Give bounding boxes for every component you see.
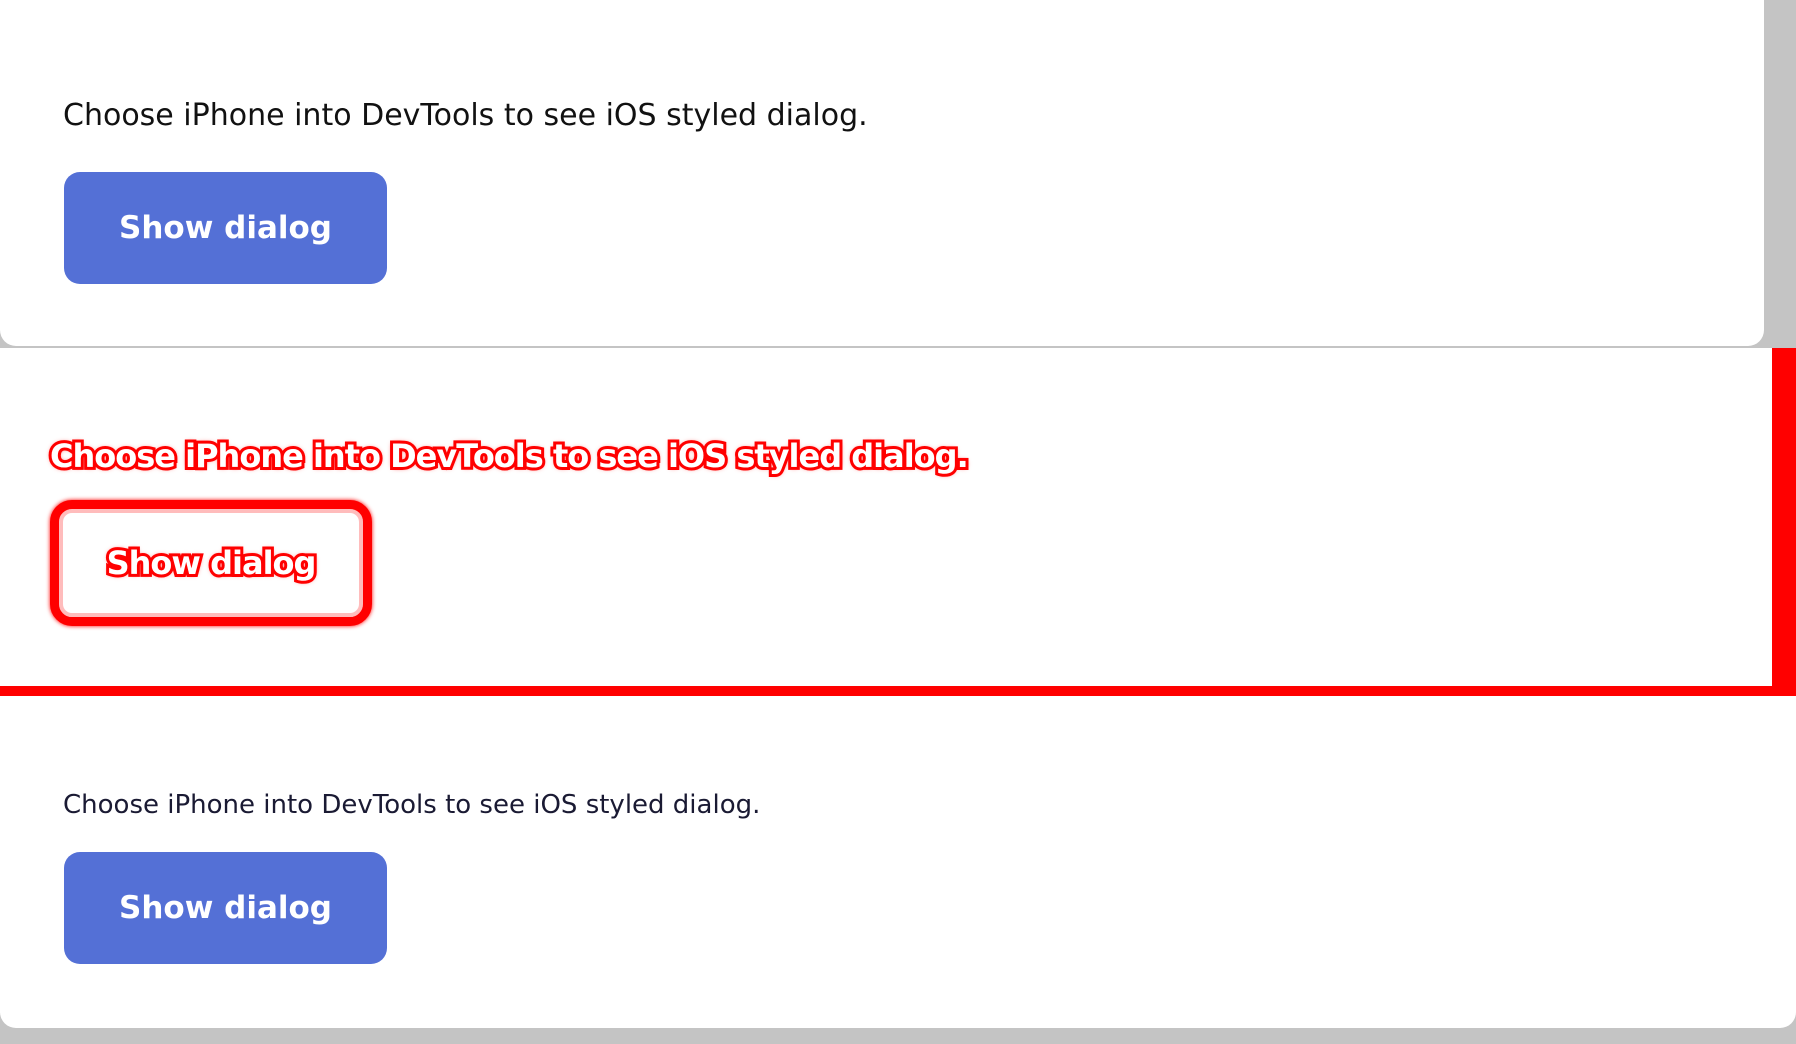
top-panel: Choose iPhone into DevTools to see iOS s… (0, 0, 1764, 346)
bottom-panel: Choose iPhone into DevTools to see iOS s… (0, 696, 1796, 1028)
diff-panel: Choose iPhone into DevTools to see iOS s… (0, 348, 1796, 696)
screenshot-stage: Choose iPhone into DevTools to see iOS s… (0, 0, 1796, 1044)
diff-show-dialog-button: Show dialog (50, 500, 372, 626)
show-dialog-button[interactable]: Show dialog (64, 172, 387, 284)
show-dialog-button[interactable]: Show dialog (64, 852, 387, 964)
instruction-text: Choose iPhone into DevTools to see iOS s… (63, 98, 868, 133)
diff-button-label: Show dialog (104, 541, 320, 585)
instruction-text: Choose iPhone into DevTools to see iOS s… (63, 790, 761, 820)
diff-instruction-text: Choose iPhone into DevTools to see iOS s… (47, 434, 972, 478)
